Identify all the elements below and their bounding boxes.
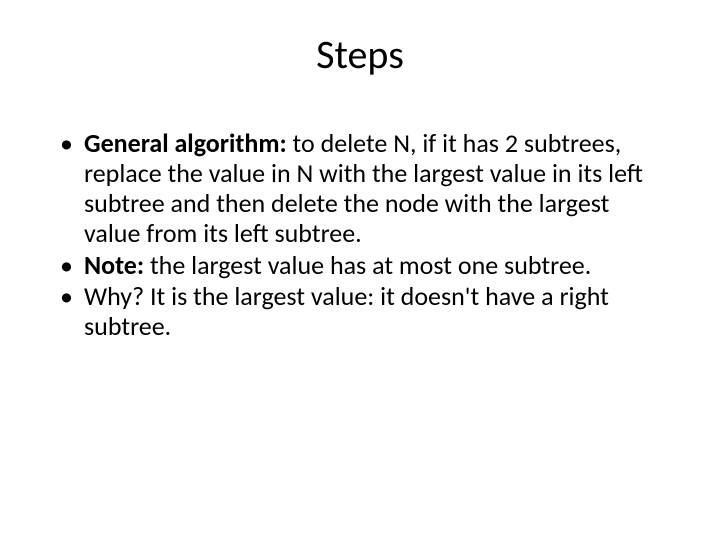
- bullet-bold: General algorithm:: [84, 127, 293, 159]
- bullet-list: General algorithm: to delete N, if it ha…: [60, 129, 670, 342]
- slide-title: Steps: [40, 30, 680, 79]
- list-item: Note: the largest value has at most one …: [60, 251, 670, 281]
- slide-content: General algorithm: to delete N, if it ha…: [40, 129, 680, 342]
- list-item: Why? It is the largest value: it doesn't…: [60, 282, 670, 342]
- bullet-text: Why? It is the largest value: it doesn't…: [84, 280, 609, 342]
- bullet-text: the largest value has at most one subtre…: [150, 249, 591, 281]
- list-item: General algorithm: to delete N, if it ha…: [60, 129, 670, 249]
- slide-container: Steps General algorithm: to delete N, if…: [0, 0, 720, 540]
- bullet-bold: Note:: [84, 249, 150, 281]
